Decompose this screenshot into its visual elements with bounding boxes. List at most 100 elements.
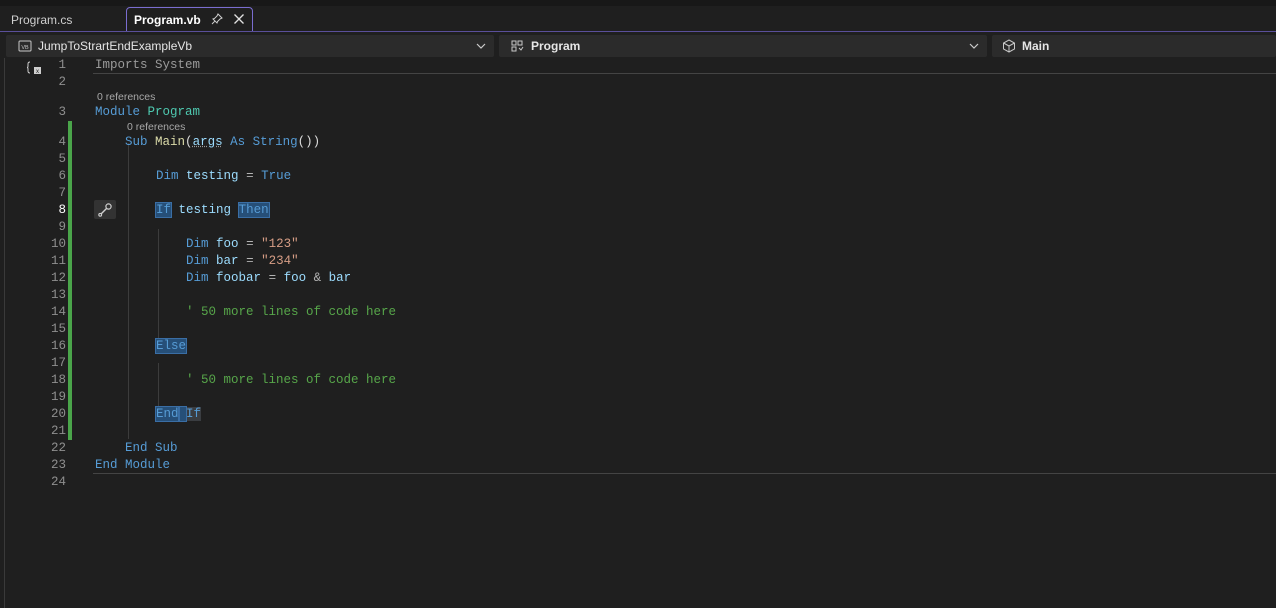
sub-keyword: Sub (125, 135, 148, 149)
member-dropdown[interactable]: Main (992, 35, 1276, 57)
change-indicator-bar (68, 121, 72, 440)
tab-strip-top-bar (0, 0, 1276, 6)
operator: & (313, 271, 322, 285)
namespace-name: System (155, 58, 201, 72)
line-number-current: 8 (58, 203, 66, 217)
variable-name: bar (216, 254, 239, 268)
line-number: 22 (50, 441, 66, 455)
line-number: 1 (58, 58, 66, 72)
variable-name: foo (216, 237, 239, 251)
method-separator (93, 473, 1276, 474)
indent-guide (158, 363, 159, 411)
module-icon (511, 40, 524, 52)
code-line: End If (155, 406, 202, 423)
tab-program-vb[interactable]: Program.vb (126, 7, 253, 32)
end-keyword: End (95, 458, 118, 472)
line-number: 13 (50, 288, 66, 302)
dim-keyword: Dim (186, 237, 209, 251)
else-keyword-highlighted: Else (154, 338, 188, 354)
svg-text:x: x (36, 69, 39, 75)
line-number: 11 (50, 254, 66, 268)
code-comment: ' 50 more lines of code here (186, 373, 397, 387)
indent-guide (158, 229, 159, 347)
line-number: 17 (50, 356, 66, 370)
method-separator (93, 73, 1276, 74)
then-keyword-highlighted: Then (237, 202, 270, 218)
variable-name: testing (186, 169, 239, 183)
code-line: Dim testing = True (156, 168, 291, 185)
line-number: 23 (50, 458, 66, 472)
code-line: End Module (95, 457, 170, 474)
project-dropdown[interactable]: VB JumpToStrartEndExampleVb (6, 35, 494, 57)
line-number: 6 (58, 169, 66, 183)
method-icon (1003, 39, 1015, 53)
line-number: 2 (58, 75, 66, 89)
codelens-references[interactable]: 0 references (97, 91, 155, 103)
code-line: Imports System (95, 57, 200, 74)
project-name: JumpToStrartEndExampleVb (38, 39, 193, 53)
code-line: Else (154, 338, 188, 355)
code-line: End Sub (125, 440, 178, 457)
tab-program-cs[interactable]: Program.cs (0, 7, 126, 32)
line-number: 15 (50, 322, 66, 336)
vb-project-icon: VB (18, 40, 32, 52)
dim-keyword: Dim (156, 169, 179, 183)
quick-actions-lightbulb[interactable] (94, 200, 116, 219)
operator: = (246, 254, 254, 268)
variable-name: foobar (216, 271, 262, 285)
type-name: Program (531, 39, 581, 53)
true-keyword: True (261, 169, 292, 183)
parameter-name: args (192, 135, 223, 149)
chevron-down-icon (969, 43, 979, 49)
variable-name: foo (283, 271, 307, 285)
type-name: String (252, 135, 298, 149)
code-comment: ' 50 more lines of code here (186, 305, 397, 319)
svg-text:VB: VB (21, 45, 29, 51)
line-number: 24 (50, 475, 66, 489)
chevron-down-icon (476, 43, 486, 49)
wrench-icon (98, 203, 112, 217)
member-name: Main (1022, 39, 1050, 53)
if-keyword-highlighted: If (154, 202, 173, 218)
line-number: 18 (50, 373, 66, 387)
line-number: 16 (50, 339, 66, 353)
dim-keyword: Dim (186, 254, 209, 268)
close-icon[interactable] (233, 13, 245, 25)
line-number: 19 (50, 390, 66, 404)
string-literal: "123" (261, 237, 299, 251)
line-number: 10 (50, 237, 66, 251)
line-number: 12 (50, 271, 66, 285)
paren: ( (185, 135, 193, 149)
pin-icon[interactable] (211, 13, 223, 25)
method-name: Main (155, 135, 186, 149)
code-line: Dim foo = "123" (186, 236, 299, 253)
codelens-references[interactable]: 0 references (127, 121, 185, 133)
string-literal: "234" (261, 254, 299, 268)
line-number: 5 (58, 152, 66, 166)
dim-keyword: Dim (186, 271, 209, 285)
type-dropdown[interactable]: Program (499, 35, 987, 57)
code-line: Dim foobar = foo & bar (186, 270, 351, 287)
line-number: 3 (58, 105, 66, 119)
document-tab-strip: Program.cs Program.vb (0, 0, 1276, 32)
end-keyword-highlighted: End (155, 406, 180, 422)
code-line: Module Program (95, 104, 200, 121)
variable-name: testing (178, 203, 232, 217)
operator: = (246, 237, 254, 251)
line-number: 4 (58, 135, 66, 149)
module-keyword: Module (125, 458, 171, 472)
navigation-bar: VB JumpToStrartEndExampleVb Program Main (0, 32, 1276, 58)
line-number: 7 (58, 186, 66, 200)
imports-keyword: Imports (95, 58, 148, 72)
variable-name: bar (328, 271, 352, 285)
as-keyword: As (230, 135, 246, 149)
line-number: 14 (50, 305, 66, 319)
tab-label: Program.cs (11, 12, 73, 27)
operator: = (246, 169, 254, 183)
module-name: Program (147, 105, 201, 119)
code-line: Dim bar = "234" (186, 253, 299, 270)
operator: = (268, 271, 277, 285)
line-number: 20 (50, 407, 66, 421)
sub-keyword: Sub (155, 441, 178, 455)
code-editor[interactable]: x 1 2 3 4 5 6 7 8 9 10 11 12 13 14 15 16… (0, 58, 1276, 608)
